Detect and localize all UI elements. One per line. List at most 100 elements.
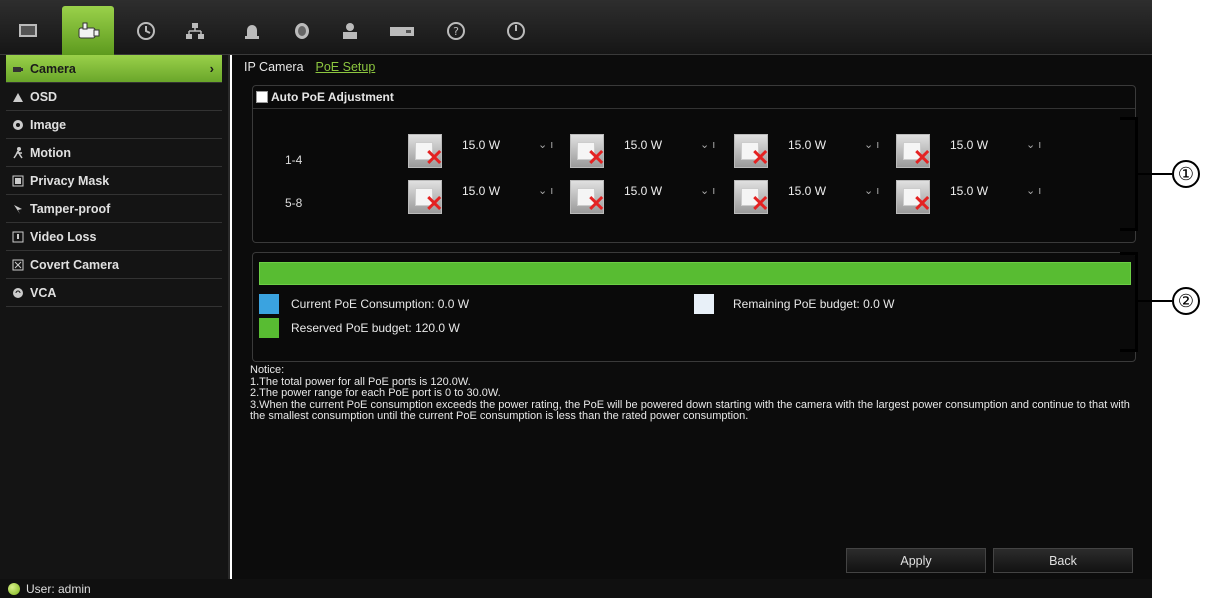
tab-bar: IP Camera PoE Setup bbox=[244, 60, 375, 78]
status-user: User: admin bbox=[26, 581, 91, 596]
poe-port-1: ✕ 15.0 W ⌄ ı bbox=[408, 134, 568, 170]
video-loss-icon bbox=[12, 231, 24, 243]
poe-port-4: ✕ 15.0 W ⌄ ı bbox=[896, 134, 1056, 170]
tab-ip-camera[interactable]: IP Camera bbox=[244, 60, 304, 78]
divider bbox=[253, 108, 1135, 109]
poe-port-5: ✕ 15.0 W ⌄ ı bbox=[408, 180, 568, 216]
port-power-select[interactable]: 15.0 W bbox=[624, 138, 662, 152]
tab-poe-setup[interactable]: PoE Setup bbox=[316, 60, 376, 78]
port-power-select[interactable]: 15.0 W bbox=[462, 184, 500, 198]
osd-icon bbox=[12, 91, 24, 103]
dropdown-caret-icon[interactable]: ⌄ ı bbox=[538, 184, 553, 197]
sidebar-item-covert-camera[interactable]: Covert Camera bbox=[6, 251, 222, 279]
callout-line bbox=[1138, 173, 1172, 175]
sidebar-item-label: Privacy Mask bbox=[30, 173, 110, 188]
callout-bracket bbox=[1120, 252, 1138, 352]
svg-text:?: ? bbox=[453, 25, 459, 38]
sidebar-item-label: Camera bbox=[30, 61, 76, 76]
callout-marker: ① bbox=[1172, 160, 1200, 188]
port-disconnected-icon: ✕ bbox=[570, 180, 605, 215]
sidebar-item-privacy-mask[interactable]: Privacy Mask bbox=[6, 167, 222, 195]
sidebar-item-video-loss[interactable]: Video Loss bbox=[6, 223, 222, 251]
power-icon[interactable] bbox=[496, 15, 536, 47]
callout-marker: ② bbox=[1172, 287, 1200, 315]
poe-port-8: ✕ 15.0 W ⌄ ı bbox=[896, 180, 1056, 216]
sidebar-item-osd[interactable]: OSD bbox=[6, 83, 222, 111]
port-disconnected-icon: ✕ bbox=[570, 134, 605, 169]
notice-title: Notice: bbox=[250, 364, 285, 376]
callout-bracket bbox=[1120, 117, 1138, 231]
port-power-select[interactable]: 15.0 W bbox=[624, 184, 662, 198]
port-disconnected-icon: ✕ bbox=[896, 180, 931, 215]
poe-budget-bar bbox=[259, 262, 1131, 285]
sidebar-item-label: Video Loss bbox=[30, 229, 97, 244]
back-button[interactable]: Back bbox=[993, 548, 1133, 573]
reserved-budget-swatch bbox=[259, 318, 279, 338]
callout-line bbox=[1138, 300, 1172, 302]
dropdown-caret-icon[interactable]: ⌄ ı bbox=[700, 138, 715, 151]
port-disconnected-icon: ✕ bbox=[734, 134, 769, 169]
sidebar-item-motion[interactable]: Motion bbox=[6, 139, 222, 167]
sidebar-menu: Camera › OSD Image Motion Privacy Mask T… bbox=[0, 55, 230, 579]
camera-icon[interactable] bbox=[62, 6, 114, 55]
dropdown-caret-icon[interactable]: ⌄ ı bbox=[1026, 138, 1041, 151]
auto-poe-checkbox[interactable] bbox=[256, 91, 268, 103]
status-bar: User: admin bbox=[0, 579, 1152, 598]
privacy-mask-icon bbox=[12, 175, 24, 187]
notice-text: Notice: 1.The total power for all PoE po… bbox=[250, 364, 1140, 423]
remaining-budget-label: Remaining PoE budget: 0.0 W bbox=[733, 297, 895, 311]
dropdown-caret-icon[interactable]: ⌄ ı bbox=[538, 138, 553, 151]
reserved-budget-label: Reserved PoE budget: 120.0 W bbox=[291, 321, 460, 335]
poe-ports-panel: Auto PoE Adjustment 1-4 5-8 ✕ 15.0 W ⌄ ı… bbox=[252, 85, 1136, 243]
poe-port-6: ✕ 15.0 W ⌄ ı bbox=[570, 180, 730, 216]
port-power-select[interactable]: 15.0 W bbox=[788, 184, 826, 198]
chevron-right-icon: › bbox=[209, 61, 214, 76]
port-disconnected-icon: ✕ bbox=[734, 180, 769, 215]
sidebar-item-label: OSD bbox=[30, 89, 58, 104]
sidebar-item-label: Motion bbox=[30, 145, 71, 160]
sidebar-item-label: Covert Camera bbox=[30, 257, 119, 272]
poe-port-7: ✕ 15.0 W ⌄ ı bbox=[734, 180, 894, 216]
dropdown-caret-icon[interactable]: ⌄ ı bbox=[864, 138, 879, 151]
clock-icon[interactable] bbox=[126, 15, 166, 47]
port-row-label: 5-8 bbox=[285, 196, 303, 210]
motion-icon bbox=[12, 147, 24, 159]
tamper-icon bbox=[12, 203, 24, 215]
top-toolbar: ? bbox=[0, 0, 1152, 55]
device-icon[interactable] bbox=[382, 15, 422, 47]
hdd-icon[interactable] bbox=[282, 15, 322, 47]
current-consumption-swatch bbox=[259, 294, 279, 314]
monitor-icon[interactable] bbox=[8, 15, 48, 47]
dropdown-caret-icon[interactable]: ⌄ ı bbox=[864, 184, 879, 197]
apply-button[interactable]: Apply bbox=[846, 548, 986, 573]
port-power-select[interactable]: 15.0 W bbox=[788, 138, 826, 152]
status-indicator-icon bbox=[8, 582, 20, 595]
sidebar-item-tamper-proof[interactable]: Tamper-proof bbox=[6, 195, 222, 223]
vca-icon bbox=[12, 287, 24, 299]
port-power-select[interactable]: 15.0 W bbox=[462, 138, 500, 152]
sidebar-item-label: VCA bbox=[30, 285, 57, 300]
dropdown-caret-icon[interactable]: ⌄ ı bbox=[1026, 184, 1041, 197]
port-disconnected-icon: ✕ bbox=[408, 134, 443, 169]
notice-line: 3.When the current PoE consumption excee… bbox=[250, 398, 1130, 422]
sidebar-item-camera[interactable]: Camera › bbox=[6, 55, 222, 83]
network-icon[interactable] bbox=[175, 15, 215, 47]
port-disconnected-icon: ✕ bbox=[896, 134, 931, 169]
covert-icon bbox=[12, 259, 24, 271]
notice-line: 2.The power range for each PoE port is 0… bbox=[250, 387, 501, 399]
sidebar-item-image[interactable]: Image bbox=[6, 111, 222, 139]
port-power-select[interactable]: 15.0 W bbox=[950, 184, 988, 198]
auto-poe-row: Auto PoE Adjustment bbox=[256, 90, 394, 104]
poe-budget-panel: Current PoE Consumption: 0.0 W Remaining… bbox=[252, 252, 1136, 362]
dropdown-caret-icon[interactable]: ⌄ ı bbox=[700, 184, 715, 197]
user-icon[interactable] bbox=[330, 15, 370, 47]
sidebar-item-vca[interactable]: VCA bbox=[6, 279, 222, 307]
sidebar-item-label: Image bbox=[30, 117, 67, 132]
current-consumption-label: Current PoE Consumption: 0.0 W bbox=[291, 297, 470, 311]
poe-port-2: ✕ 15.0 W ⌄ ı bbox=[570, 134, 730, 170]
camera-icon bbox=[12, 63, 24, 75]
help-icon[interactable]: ? bbox=[436, 15, 476, 47]
alarm-icon[interactable] bbox=[232, 15, 272, 47]
port-disconnected-icon: ✕ bbox=[408, 180, 443, 215]
port-power-select[interactable]: 15.0 W bbox=[950, 138, 988, 152]
